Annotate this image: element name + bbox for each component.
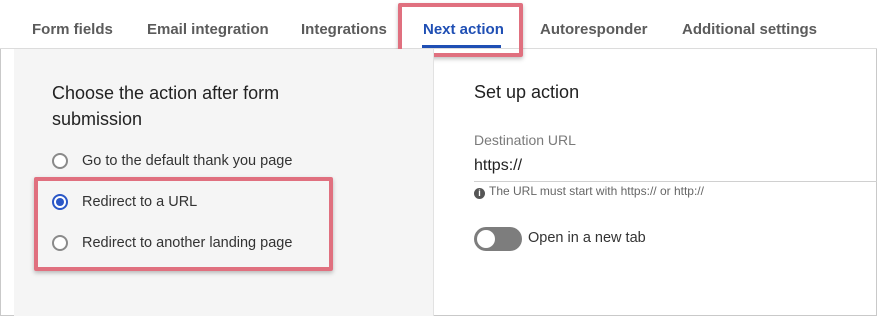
tab-additional-settings[interactable]: Additional settings bbox=[682, 0, 817, 48]
url-hint: i The URL must start with https:// or htt… bbox=[474, 184, 704, 199]
panel-divider bbox=[433, 49, 434, 316]
setup-action-title: Set up action bbox=[474, 82, 580, 102]
info-icon: i bbox=[474, 188, 485, 199]
destination-url-input[interactable] bbox=[474, 150, 877, 182]
tab-integrations[interactable]: Integrations bbox=[301, 0, 387, 48]
redirect-options-highlight bbox=[34, 177, 333, 271]
tab-email-integration[interactable]: Email integration bbox=[147, 0, 269, 48]
tab-form-fields[interactable]: Form fields bbox=[32, 0, 113, 48]
destination-url-label: Destination URL bbox=[474, 132, 576, 148]
open-new-tab-label: Open in a new tab bbox=[528, 230, 646, 246]
action-choice-title: Choose the action after form submission bbox=[52, 83, 280, 129]
radio-default-thank-you[interactable] bbox=[52, 153, 68, 169]
tab-autoresponder[interactable]: Autoresponder bbox=[540, 0, 648, 48]
url-hint-text: The URL must start with https:// or http… bbox=[489, 184, 704, 198]
toggle-knob bbox=[477, 230, 495, 248]
option-label: Go to the default thank you page bbox=[82, 153, 293, 169]
open-new-tab-toggle[interactable] bbox=[474, 227, 522, 251]
